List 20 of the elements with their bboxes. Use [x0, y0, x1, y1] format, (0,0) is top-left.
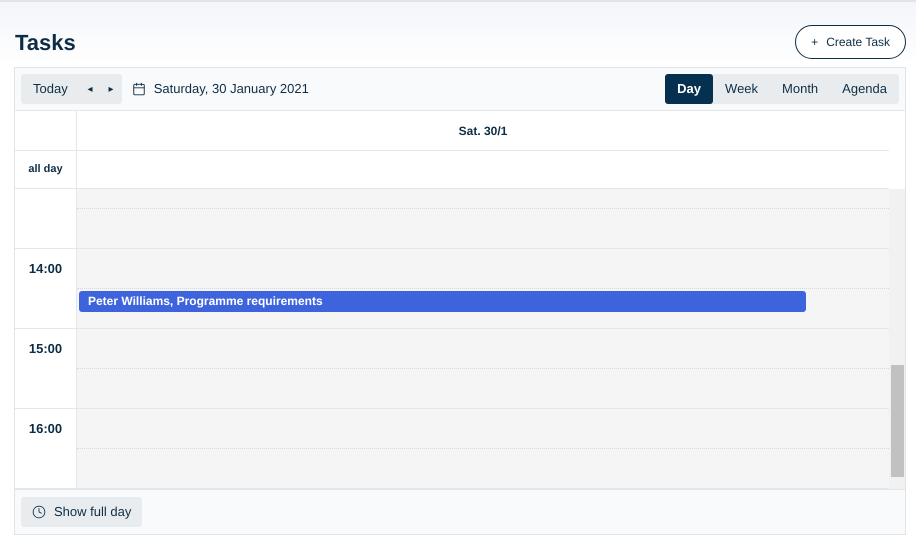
event-bar[interactable]: Peter Williams, Programme requirements: [79, 291, 806, 312]
page-title: Tasks: [15, 28, 76, 56]
calendar-icon: [132, 82, 146, 96]
scrollbar[interactable]: [889, 189, 905, 489]
previous-button[interactable]: ◂: [80, 74, 101, 104]
hour-label: 14:00: [28, 260, 62, 275]
create-task-button[interactable]: + Create Task: [795, 25, 906, 59]
clock-icon: [32, 505, 46, 519]
all-day-label: all day: [15, 151, 77, 188]
current-date: Saturday, 30 January 2021: [154, 80, 309, 98]
day-header: Sat. 30/1: [458, 122, 508, 140]
view-tab[interactable]: Day: [665, 74, 714, 104]
view-tab[interactable]: Agenda: [830, 74, 899, 104]
view-tab[interactable]: Month: [770, 74, 830, 104]
next-button[interactable]: ▸: [100, 74, 122, 104]
view-tab[interactable]: Week: [713, 74, 770, 104]
show-full-day-button[interactable]: Show full day: [21, 497, 142, 527]
hour-label: 16:00: [28, 420, 62, 435]
today-button[interactable]: Today: [21, 74, 80, 104]
hour-label: 15:00: [28, 340, 62, 355]
